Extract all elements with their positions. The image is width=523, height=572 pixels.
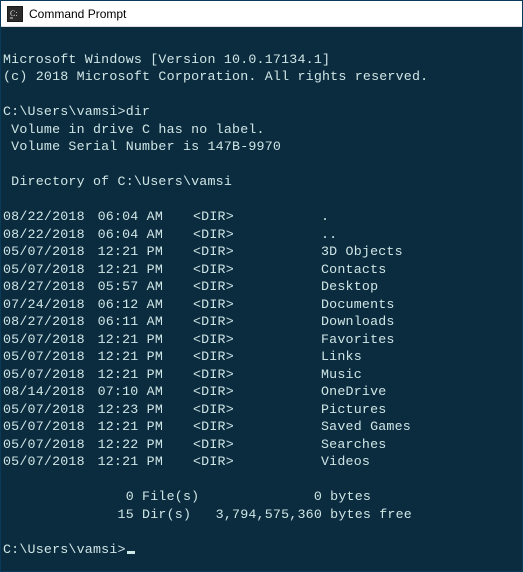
col-name: Videos [321, 453, 370, 471]
col-name: Music [321, 366, 362, 384]
col-time: 12:22 PM [89, 436, 163, 454]
col-date: 05/07/2018 [3, 331, 89, 349]
prompt: C:\Users\vamsi> [3, 542, 126, 557]
col-name: Contacts [321, 261, 386, 279]
table-row: 08/27/201806:11 AM <DIR> Downloads [3, 313, 522, 331]
col-time: 07:10 AM [89, 383, 163, 401]
col-type: <DIR> [193, 278, 243, 296]
header-line: (c) 2018 Microsoft Corporation. All righ… [3, 69, 428, 84]
col-time: 12:21 PM [89, 261, 163, 279]
col-time: 12:23 PM [89, 401, 163, 419]
col-date: 08/27/2018 [3, 313, 89, 331]
cursor [127, 551, 135, 554]
col-type: <DIR> [193, 226, 243, 244]
col-name: Saved Games [321, 418, 411, 436]
col-time: 06:04 AM [89, 226, 163, 244]
col-name: Links [321, 348, 362, 366]
col-name: Pictures [321, 401, 386, 419]
table-row: 07/24/201806:12 AM <DIR> Documents [3, 296, 522, 314]
col-type: <DIR> [193, 401, 243, 419]
summary-files: 0 File(s) 0 bytes [3, 489, 371, 504]
col-date: 05/07/2018 [3, 348, 89, 366]
prompt: C:\Users\vamsi> [3, 104, 126, 119]
table-row: 05/07/201812:21 PM <DIR> Videos [3, 453, 522, 471]
command-text: dir [126, 104, 151, 119]
col-time: 12:21 PM [89, 366, 163, 384]
col-type: <DIR> [193, 261, 243, 279]
col-type: <DIR> [193, 366, 243, 384]
terminal-output[interactable]: Microsoft Windows [Version 10.0.17134.1]… [1, 27, 522, 571]
col-type: <DIR> [193, 453, 243, 471]
col-date: 05/07/2018 [3, 436, 89, 454]
directory-listing: 08/22/201806:04 AM<DIR>.08/22/201806:04 … [3, 208, 522, 471]
col-date: 08/22/2018 [3, 208, 89, 226]
col-date: 05/07/2018 [3, 261, 89, 279]
table-row: 08/22/201806:04 AM <DIR>.. [3, 226, 522, 244]
col-type: <DIR> [193, 296, 243, 314]
blank-line [3, 192, 11, 207]
cmd-icon: C: [7, 6, 23, 22]
col-date: 08/27/2018 [3, 278, 89, 296]
col-type: <DIR> [193, 418, 243, 436]
command-prompt-window: C: Command Prompt Microsoft Windows [Ver… [0, 0, 523, 572]
table-row: 05/07/201812:23 PM <DIR> Pictures [3, 401, 522, 419]
col-date: 05/07/2018 [3, 401, 89, 419]
col-time: 12:21 PM [89, 418, 163, 436]
blank-line [3, 87, 11, 102]
prompt-line: C:\Users\vamsi>dir [3, 104, 150, 119]
col-name: Documents [321, 296, 395, 314]
col-date: 05/07/2018 [3, 418, 89, 436]
col-date: 05/07/2018 [3, 366, 89, 384]
col-type: <DIR> [193, 348, 243, 366]
volume-line: Volume Serial Number is 147B-9970 [3, 139, 281, 154]
table-row: 05/07/201812:21 PM <DIR> Contacts [3, 261, 522, 279]
col-name: Favorites [321, 331, 395, 349]
titlebar[interactable]: C: Command Prompt [1, 1, 522, 27]
col-time: 06:11 AM [89, 313, 163, 331]
table-row: 05/07/201812:22 PM <DIR> Searches [3, 436, 522, 454]
col-time: 06:12 AM [89, 296, 163, 314]
col-name: . [321, 208, 329, 226]
col-name: Searches [321, 436, 386, 454]
header-line: Microsoft Windows [Version 10.0.17134.1] [3, 52, 330, 67]
col-time: 06:04 AM [89, 208, 163, 226]
prompt-line: C:\Users\vamsi> [3, 542, 135, 557]
col-time: 12:21 PM [89, 243, 163, 261]
window-title: Command Prompt [29, 7, 126, 21]
col-date: 08/22/2018 [3, 226, 89, 244]
table-row: 05/07/201812:21 PM <DIR> Links [3, 348, 522, 366]
blank-line [3, 524, 11, 539]
col-name: 3D Objects [321, 243, 403, 261]
blank-line [3, 157, 11, 172]
col-type: <DIR> [193, 331, 243, 349]
col-date: 07/24/2018 [3, 296, 89, 314]
table-row: 05/07/201812:21 PM <DIR> Music [3, 366, 522, 384]
table-row: 08/14/201807:10 AM <DIR> OneDrive [3, 383, 522, 401]
col-name: OneDrive [321, 383, 386, 401]
table-row: 05/07/201812:21 PM <DIR> 3D Objects [3, 243, 522, 261]
svg-text:C:: C: [10, 9, 18, 18]
table-row: 05/07/201812:21 PM <DIR> Favorites [3, 331, 522, 349]
col-date: 05/07/2018 [3, 453, 89, 471]
col-type: <DIR> [193, 243, 243, 261]
summary-dirs: 15 Dir(s) 3,794,575,360 bytes free [3, 507, 412, 522]
col-time: 12:21 PM [89, 331, 163, 349]
col-time: 12:21 PM [89, 453, 163, 471]
table-row: 08/22/201806:04 AM <DIR>. [3, 208, 522, 226]
col-type: <DIR> [193, 436, 243, 454]
col-name: Downloads [321, 313, 395, 331]
col-type: <DIR> [193, 208, 243, 226]
col-type: <DIR> [193, 313, 243, 331]
col-name: Desktop [321, 278, 378, 296]
col-date: 05/07/2018 [3, 243, 89, 261]
directory-of-line: Directory of C:\Users\vamsi [3, 174, 232, 189]
col-date: 08/14/2018 [3, 383, 89, 401]
col-time: 12:21 PM [89, 348, 163, 366]
col-type: <DIR> [193, 383, 243, 401]
volume-line: Volume in drive C has no label. [3, 122, 265, 137]
col-name: .. [321, 226, 337, 244]
table-row: 05/07/201812:21 PM <DIR> Saved Games [3, 418, 522, 436]
col-time: 05:57 AM [89, 278, 163, 296]
table-row: 08/27/201805:57 AM <DIR> Desktop [3, 278, 522, 296]
